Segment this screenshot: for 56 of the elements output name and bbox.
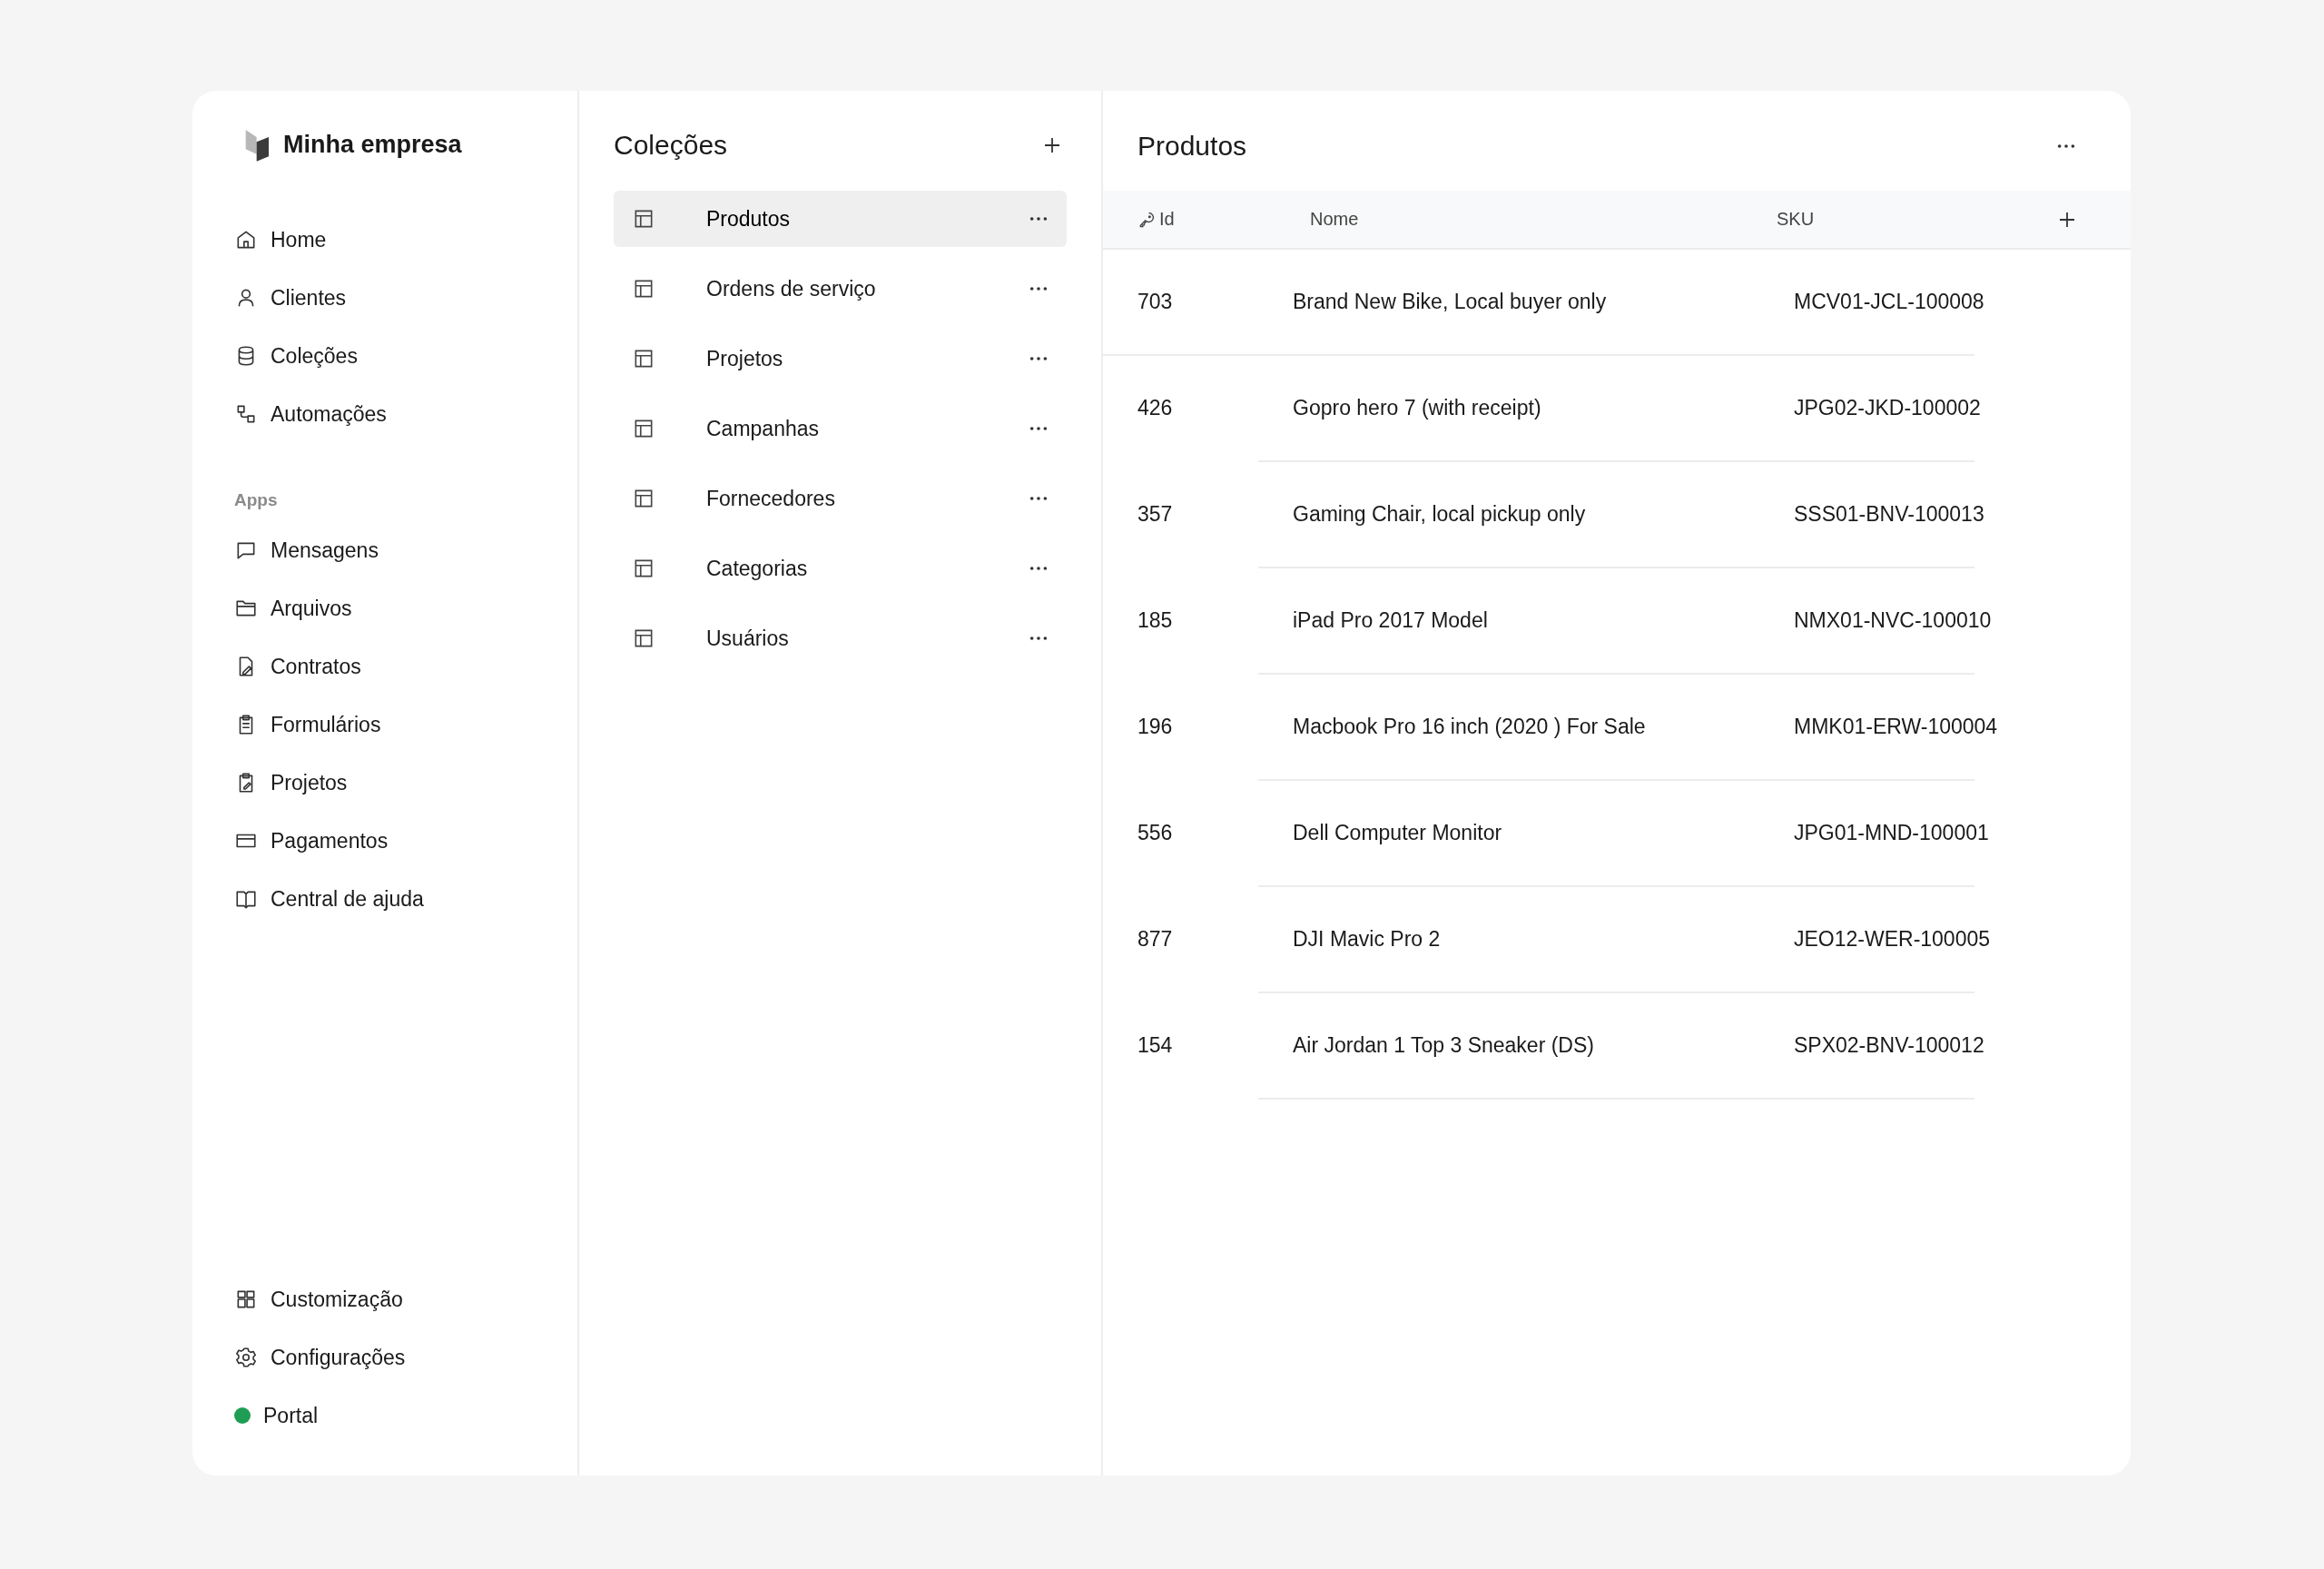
table-cell: SPX02-BNV-100012 [1794,1033,1984,1058]
section-heading: Apps [234,490,278,510]
nav-item[interactable]: Formulários [227,696,389,754]
nav-item[interactable]: Clientes [227,269,354,327]
collection-item[interactable]: Produtos [614,191,1067,247]
panel-title: Coleções [614,130,728,161]
table-cell: SSS01-BNV-100013 [1794,502,1984,527]
more-icon[interactable] [1029,635,1049,642]
nav-item[interactable]: Arquivos [227,579,359,637]
table-cell-text: 357 [1137,502,1174,527]
table-cell-text: Macbook Pro 16 inch (2020 ) For Sale [1293,715,1647,739]
table-cell: JEO12-WER-100005 [1794,927,1991,952]
more-icon[interactable] [1029,355,1049,362]
table-cell-text: Gopro hero 7 (with receipt) [1293,396,1542,420]
more-icon[interactable] [1029,285,1049,292]
table-cell-text: 703 [1137,290,1174,314]
table-cell-text: 877 [1137,927,1174,952]
nav-item[interactable]: Automações [227,385,394,443]
table-cell: MMK01-ERW-100004 [1794,715,1998,739]
nav-item[interactable]: Contratos [227,637,369,696]
more-icon[interactable] [1029,565,1049,572]
table-cell-text: 556 [1137,821,1174,845]
table-cell-text: DJI Mavic Pro 2 [1293,927,1442,952]
nav-item[interactable]: Coleções [227,327,365,385]
column-header: SKU [1777,209,1815,230]
table-cell-text: 154 [1137,1033,1174,1058]
table-cell-text: Brand New Bike, Local buyer only [1293,290,1608,314]
table-cell-text: 426 [1137,396,1174,420]
table-cell: MCV01-JCL-100008 [1794,290,1984,314]
more-icon[interactable] [1029,495,1049,502]
more-icon[interactable] [1029,215,1049,222]
nav-item[interactable]: Central de ajuda [227,870,431,928]
table-cell-text: Gaming Chair, local pickup only [1293,502,1587,527]
more-icon[interactable] [2056,143,2076,150]
nav-item[interactable]: Customização [227,1270,410,1328]
table-cell-text: iPad Pro 2017 Model [1293,608,1489,633]
nav-item[interactable]: Mensagens [227,521,386,579]
table-cell-text: 185 [1137,608,1174,633]
table-cell-text: 196 [1137,715,1174,739]
table-cell: NMX01-NVC-100010 [1794,608,1992,633]
table-cell: JPG01-MND-100001 [1794,821,1989,845]
settings-icon [234,1346,258,1369]
company-name: Minha empresa [283,130,462,159]
column-header: Nome [1310,209,1359,230]
column-header: Id [1159,209,1175,230]
portal-link[interactable]: Portal [227,1386,326,1445]
nav-item[interactable]: Configurações [227,1328,413,1386]
nav-item[interactable]: Projetos [227,754,355,812]
table-cell-text: Air Jordan 1 Top 3 Sneaker (DS) [1293,1033,1595,1058]
table-cell: JPG02-JKD-100002 [1794,396,1981,420]
key-icon [1137,210,1156,229]
more-icon[interactable] [1029,425,1049,432]
nav-item[interactable]: Home [227,211,334,269]
nav-item[interactable]: Pagamentos [227,812,396,870]
table-cell-text: Dell Computer Monitor [1293,821,1503,845]
panel-title: Produtos [1137,131,1247,162]
